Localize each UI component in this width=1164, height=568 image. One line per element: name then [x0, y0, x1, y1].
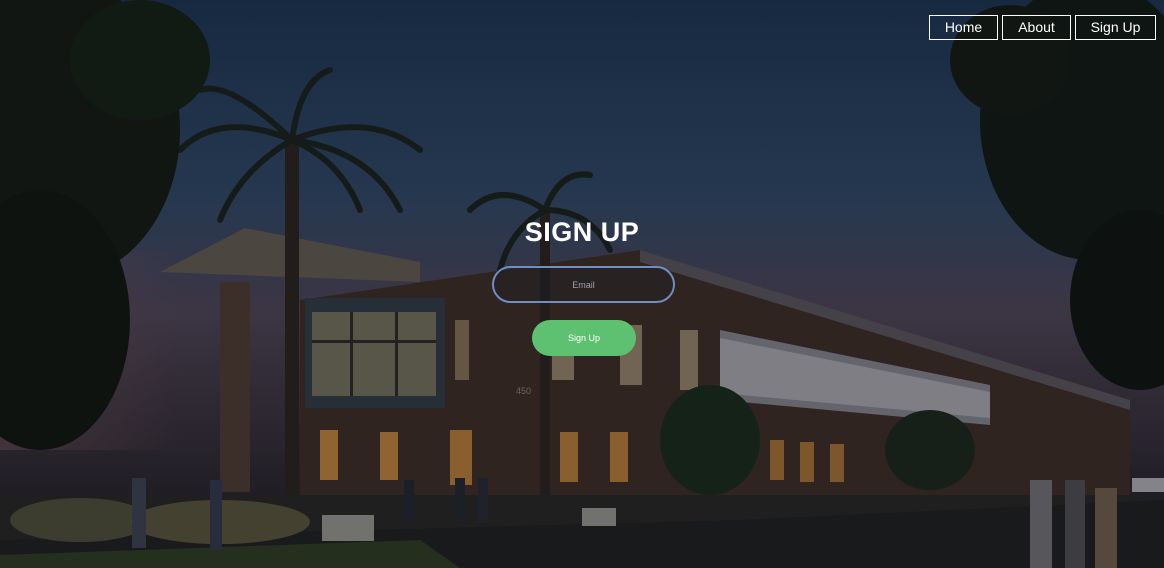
- top-navigation: Home About Sign Up: [929, 15, 1156, 40]
- page-background: 450 Home About Sign Up SIGN UP Sign Up: [0, 0, 1164, 568]
- signup-submit-button[interactable]: Sign Up: [532, 320, 636, 356]
- nav-signup-link[interactable]: Sign Up: [1075, 15, 1156, 40]
- nav-about-link[interactable]: About: [1002, 15, 1071, 40]
- email-field[interactable]: [492, 266, 675, 303]
- nav-home-link[interactable]: Home: [929, 15, 998, 40]
